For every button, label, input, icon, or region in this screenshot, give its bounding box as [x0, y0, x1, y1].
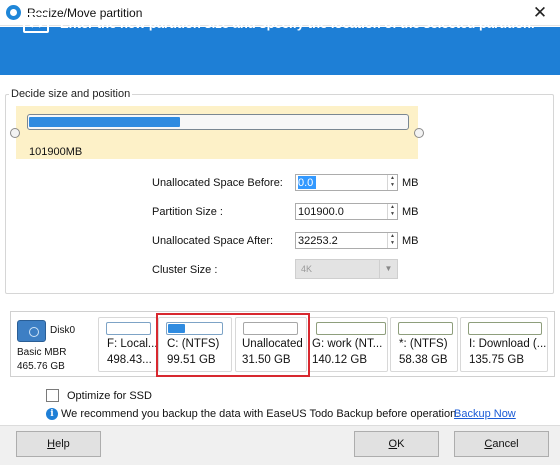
partition-card-name: F: Local...	[107, 338, 158, 350]
partition-card-size: 498.43...	[107, 354, 152, 366]
partition-card[interactable]: I: Download (... 135.75 GB	[460, 317, 548, 372]
disk-size: 465.76 GB	[17, 361, 65, 372]
resize-handle-left[interactable]	[10, 128, 20, 138]
partition-size-spinbox[interactable]: ▲▼	[295, 203, 398, 220]
disk-name: Disk0	[50, 325, 76, 336]
unallocated-after-input[interactable]	[298, 234, 383, 247]
ok-mnemonic: O	[388, 438, 398, 450]
instruction-banner	[0, 27, 560, 75]
backup-now-link[interactable]: Backup Now	[454, 408, 516, 420]
hard-disk-icon	[17, 320, 46, 342]
ok-button[interactable]: OK	[354, 431, 439, 457]
partition-card-name: *: (NTFS)	[399, 338, 448, 350]
chevron-down-icon[interactable]: ▼	[379, 260, 397, 278]
unit-label: MB	[402, 177, 419, 189]
partition-size-field-label: Partition Size :	[152, 206, 223, 218]
partition-card-bar	[106, 322, 151, 335]
partition-size-input[interactable]	[298, 205, 383, 218]
partition-card-bar	[468, 322, 542, 335]
partition-card[interactable]: *: (NTFS) 58.38 GB	[390, 317, 458, 372]
info-icon: i	[46, 408, 58, 420]
optimize-ssd-checkbox[interactable]	[46, 389, 59, 402]
unit-label: MB	[402, 235, 419, 247]
cluster-size-label: Cluster Size :	[152, 264, 218, 276]
help-button[interactable]: Help	[16, 431, 101, 457]
selection-highlight	[156, 313, 310, 377]
unallocated-before-input[interactable]	[298, 176, 316, 189]
cancel-button[interactable]: Cancel	[454, 431, 549, 457]
group-title: Decide size and position	[9, 88, 133, 100]
partition-card-name: G: work (NT...	[312, 338, 383, 350]
unallocated-after-spinbox[interactable]: ▲▼	[295, 232, 398, 249]
partition-card[interactable]: G: work (NT... 140.12 GB	[308, 317, 388, 372]
optimize-ssd-label[interactable]: Optimize for SSD	[67, 390, 152, 402]
backup-recommendation-text: We recommend you backup the data with Ea…	[61, 408, 460, 420]
resize-handle-right[interactable]	[414, 128, 424, 138]
partition-card-bar	[316, 322, 386, 335]
ok-label: K	[397, 438, 405, 450]
cluster-size-value: 4K	[301, 264, 313, 274]
partition-card[interactable]: F: Local... 498.43...	[98, 317, 158, 372]
partition-card-size: 135.75 GB	[469, 354, 524, 366]
resize-arrows-icon	[23, 13, 49, 33]
cluster-size-dropdown[interactable]: 4K ▼	[295, 259, 398, 279]
spin-up-icon[interactable]: ▲	[388, 175, 397, 182]
spin-up-icon[interactable]: ▲	[388, 233, 397, 240]
spin-down-icon[interactable]: ▼	[388, 182, 397, 189]
partition-usage-fill	[29, 117, 180, 127]
partition-size-label: 101900MB	[29, 146, 83, 158]
spin-up-icon[interactable]: ▲	[388, 204, 397, 211]
unallocated-before-label: Unallocated Space Before:	[152, 177, 283, 189]
cancel-label: ancel	[492, 438, 519, 450]
spin-down-icon[interactable]: ▼	[388, 211, 397, 218]
banner-text: Enter the new partition size and specify…	[60, 16, 535, 31]
partition-card-name: I: Download (...	[469, 338, 547, 350]
help-label: elp	[55, 438, 70, 450]
partition-card-bar	[398, 322, 453, 335]
unit-label: MB	[402, 206, 419, 218]
spin-down-icon[interactable]: ▼	[388, 240, 397, 247]
unallocated-before-spinbox[interactable]: ▲▼	[295, 174, 398, 191]
partition-card-size: 140.12 GB	[312, 354, 367, 366]
help-mnemonic: H	[47, 438, 56, 450]
unallocated-after-label: Unallocated Space After:	[152, 235, 274, 247]
partition-usage-bar[interactable]	[27, 114, 409, 130]
disk-type: Basic MBR	[17, 347, 67, 358]
easeus-logo-icon	[6, 5, 21, 20]
partition-card-size: 58.38 GB	[399, 354, 448, 366]
